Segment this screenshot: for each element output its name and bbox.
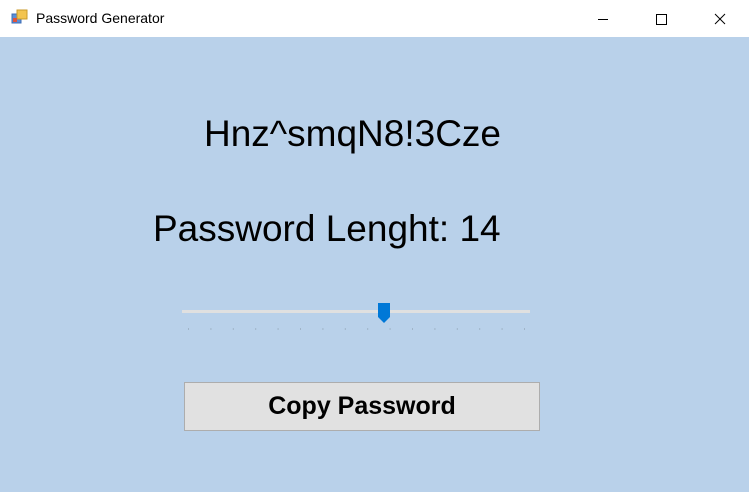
slider-tick — [322, 328, 324, 330]
slider-thumb[interactable] — [378, 303, 390, 323]
title-bar[interactable]: Password Generator — [0, 0, 749, 37]
slider-tick — [188, 328, 189, 330]
slider-tick — [367, 328, 369, 330]
slider-ticks — [188, 328, 525, 330]
slider-tick — [255, 328, 257, 330]
slider-track — [182, 310, 530, 313]
window-title: Password Generator — [36, 10, 165, 26]
slider-tick — [456, 328, 458, 330]
slider-tick — [300, 328, 301, 330]
slider-tick — [524, 328, 525, 330]
slider-tick — [344, 328, 346, 330]
close-button[interactable] — [691, 0, 749, 37]
slider-tick — [434, 328, 436, 330]
maximize-icon — [656, 13, 667, 25]
main-panel: Hnz^smqN8!3Cze Password Lenght: 14 Copy … — [0, 37, 749, 492]
slider-tick — [479, 328, 481, 330]
slider-tick — [501, 328, 503, 330]
password-length-label: Password Lenght: 14 — [153, 208, 501, 249]
slider-tick — [277, 328, 279, 330]
slider-tick — [232, 328, 234, 330]
slider-tick — [412, 328, 413, 330]
generated-password: Hnz^smqN8!3Cze — [203, 113, 501, 154]
minimize-button[interactable] — [574, 0, 632, 37]
app-window-icon — [11, 9, 28, 24]
password-length-slider[interactable] — [180, 300, 532, 334]
app-window: Password Generator Hnz^smqN8!3Cze Passwo… — [0, 0, 749, 492]
close-icon — [714, 13, 726, 24]
copy-password-button[interactable]: Copy Password — [184, 382, 540, 431]
minimize-icon — [598, 18, 608, 20]
maximize-button[interactable] — [632, 0, 690, 37]
slider-tick — [210, 328, 212, 330]
slider-tick — [389, 328, 391, 330]
